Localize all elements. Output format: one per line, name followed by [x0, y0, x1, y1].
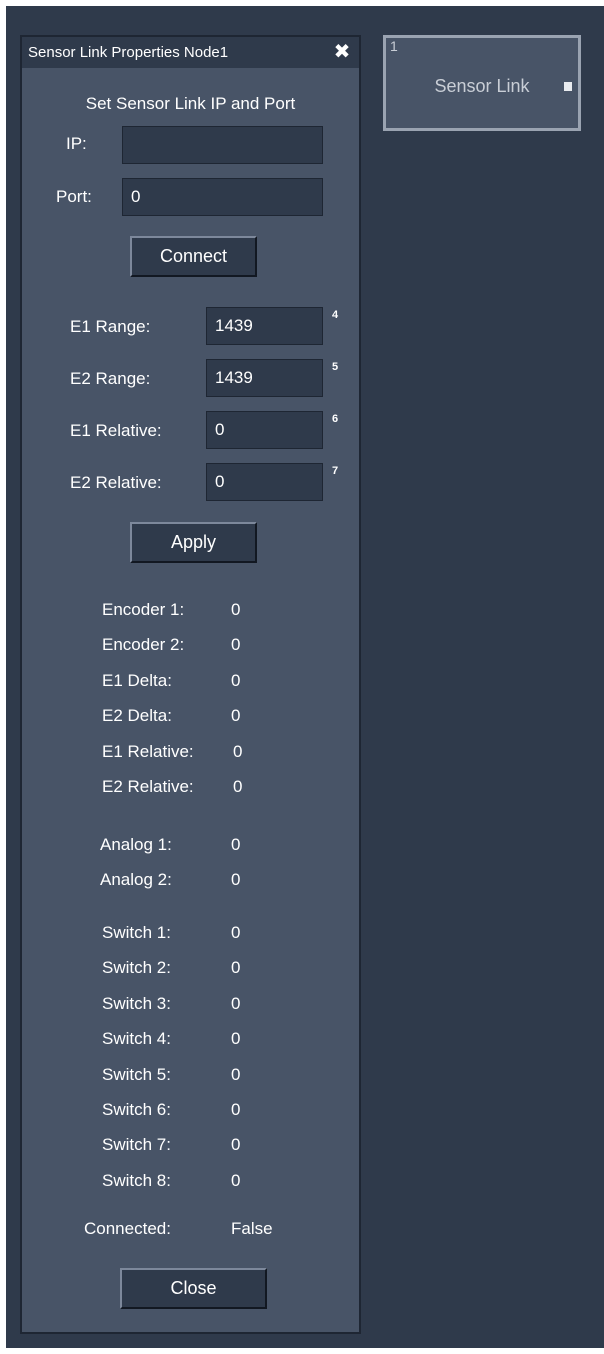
connected-label: Connected: — [84, 1219, 171, 1238]
stat-label: Switch 6: — [102, 1100, 171, 1119]
stat-value: 0 — [233, 777, 243, 796]
range-field-input[interactable] — [206, 359, 323, 397]
node-id: 1 — [390, 38, 398, 54]
close-button[interactable]: Close — [120, 1268, 267, 1309]
stat-label: Switch 7: — [102, 1135, 171, 1154]
stat-value: 0 — [231, 706, 241, 725]
panel-titlebar[interactable]: Sensor Link Properties Node1 ✖ — [22, 37, 359, 68]
port-label: Port: — [56, 187, 92, 206]
port-input[interactable] — [122, 178, 323, 216]
stat-label: Switch 5: — [102, 1065, 171, 1084]
range-field-label: E1 Range: — [70, 317, 151, 336]
panel-title: Sensor Link Properties Node1 — [28, 44, 229, 61]
stat-label: E1 Relative: — [102, 742, 194, 761]
range-field-input[interactable] — [206, 463, 323, 501]
stat-label: Encoder 1: — [102, 600, 185, 619]
stat-label: Switch 2: — [102, 958, 171, 977]
node-label: Sensor Link — [434, 76, 530, 96]
stat-value: 0 — [231, 600, 241, 619]
stat-value: 0 — [231, 923, 241, 942]
connect-button[interactable]: Connect — [130, 236, 257, 277]
close-icon[interactable]: ✖ — [331, 41, 353, 63]
range-field-input[interactable] — [206, 307, 323, 345]
stat-value: 0 — [231, 1171, 241, 1190]
stat-value: 0 — [231, 958, 241, 977]
stat-value: 0 — [231, 1135, 241, 1154]
stat-label: Switch 8: — [102, 1171, 171, 1190]
stat-label: Analog 2: — [100, 870, 172, 889]
range-field-badge: 6 — [332, 413, 339, 425]
panel-heading: Set Sensor Link IP and Port — [85, 94, 296, 113]
stat-value: 0 — [231, 635, 241, 654]
range-field-badge: 4 — [332, 309, 339, 321]
stat-value: 0 — [231, 1065, 241, 1084]
range-field-label: E1 Relative: — [70, 421, 162, 440]
properties-panel: Sensor Link Properties Node1 ✖ Set Senso… — [20, 35, 361, 1334]
stat-value: 0 — [231, 1029, 241, 1048]
node-output-port[interactable] — [564, 82, 572, 91]
ip-input[interactable] — [122, 126, 323, 164]
range-field-badge: 5 — [332, 361, 339, 373]
stat-label: Switch 4: — [102, 1029, 171, 1048]
stat-label: Encoder 2: — [102, 635, 185, 654]
connected-value: False — [231, 1219, 273, 1238]
stat-label: E2 Relative: — [102, 777, 194, 796]
apply-button[interactable]: Apply — [130, 522, 257, 563]
sensor-link-node[interactable]: 1 Sensor Link — [383, 35, 581, 131]
stat-label: E1 Delta: — [102, 671, 172, 690]
stat-label: Analog 1: — [100, 835, 172, 854]
range-field-label: E2 Relative: — [70, 473, 162, 492]
stat-value: 0 — [231, 671, 241, 690]
stat-label: E2 Delta: — [102, 706, 172, 725]
range-field-badge: 7 — [332, 465, 339, 477]
range-field-input[interactable] — [206, 411, 323, 449]
range-field-label: E2 Range: — [70, 369, 151, 388]
stat-value: 0 — [231, 870, 241, 889]
stat-label: Switch 1: — [102, 923, 171, 942]
stat-value: 0 — [233, 742, 243, 761]
stat-value: 0 — [231, 1100, 241, 1119]
stat-label: Switch 3: — [102, 994, 171, 1013]
ip-label: IP: — [66, 134, 87, 153]
stat-value: 0 — [231, 994, 241, 1013]
stat-value: 0 — [231, 835, 241, 854]
